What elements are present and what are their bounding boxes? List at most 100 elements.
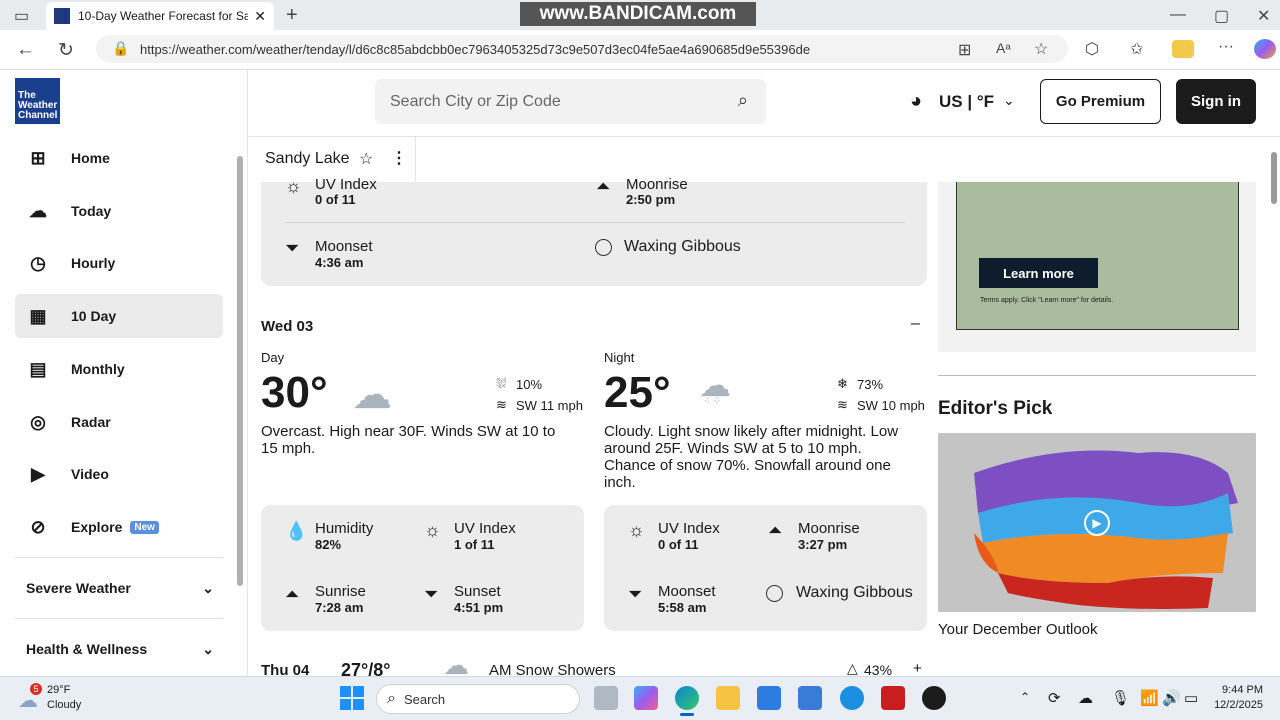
wifi-icon[interactable]: 📶 [1140, 689, 1159, 707]
close-window-icon[interactable]: ✕ [1257, 6, 1270, 26]
editors-pick-caption[interactable]: Your December Outlook [938, 621, 1098, 638]
recorder-icon[interactable] [922, 686, 946, 710]
nav-10-day[interactable]: ▦ 10 Day [15, 294, 223, 338]
weather-widget-temp[interactable]: 29°F [47, 684, 70, 696]
humidity-icon: 💧 [285, 521, 308, 541]
start-icon[interactable] [340, 686, 364, 710]
sign-in-button[interactable]: Sign in [1176, 79, 1256, 124]
clock-time[interactable]: 9:44 PM [1208, 684, 1263, 696]
divider [285, 222, 905, 223]
microphone-icon[interactable]: 🎙 [1111, 689, 1130, 707]
weather-channel-logo[interactable]: The Weather Channel [15, 78, 60, 124]
file-explorer-icon[interactable] [716, 686, 740, 710]
close-tab-icon[interactable]: ✕ [254, 8, 266, 25]
uv-label: UV Index [315, 176, 377, 193]
divider [15, 557, 223, 558]
editors-pick-video-thumbnail[interactable]: ▶ [938, 433, 1256, 612]
back-icon[interactable]: ← [16, 39, 35, 61]
uv-label: UV Index [658, 520, 720, 537]
night-label: Night [604, 350, 635, 365]
nav-hourly[interactable]: ◷ Hourly [15, 241, 223, 285]
day-wind: SW 11 mph [516, 398, 583, 413]
extensions-icon[interactable]: ⬡ [1085, 39, 1099, 59]
nav-label: Video [71, 466, 109, 482]
weather-widget-condition[interactable]: Cloudy [47, 699, 81, 711]
battery-icon[interactable]: ▭ [1184, 689, 1198, 707]
ad-banner[interactable] [956, 182, 1239, 330]
tab-title: 10-Day Weather Forecast for Sandy Lake [78, 9, 249, 23]
collapse-icon[interactable]: – [911, 315, 920, 333]
nav-today[interactable]: ☁ Today [15, 189, 223, 233]
next-day-row[interactable]: Thu 04 27°/8° ☁ AM Snow Showers △ 43% + [249, 656, 939, 676]
chevron-down-icon[interactable]: ⌄ [1003, 92, 1015, 109]
star-icon[interactable]: ☆ [359, 149, 373, 169]
scrollbar-thumb[interactable] [1271, 152, 1277, 204]
moonrise-label: Moonrise [626, 176, 688, 193]
ad-learn-more-button[interactable]: Learn more [979, 258, 1098, 288]
onedrive-icon[interactable]: ☁ [1078, 689, 1093, 707]
section-severe-weather[interactable]: Severe Weather ⌄ [26, 580, 214, 597]
new-tab-icon[interactable]: + [286, 4, 298, 27]
section-label: Severe Weather [26, 580, 131, 596]
more-options-icon[interactable]: ⋮ [391, 148, 407, 168]
url-bar[interactable]: 🔒 https://weather.com/weather/tenday/l/d… [96, 35, 1068, 63]
task-view-icon[interactable] [594, 686, 618, 710]
moonset-value: 4:36 am [315, 255, 364, 270]
units-selector[interactable]: US | °F [939, 92, 994, 112]
mcafee-icon[interactable] [881, 686, 905, 710]
editors-pick-title: Editor's Pick [938, 398, 1053, 419]
scrollbar-thumb[interactable] [237, 156, 243, 586]
sync-icon[interactable]: ⟳ [1048, 689, 1061, 707]
home-icon: ⊞ [30, 147, 46, 168]
copilot-app-icon[interactable] [634, 686, 658, 710]
copilot-icon[interactable] [1254, 39, 1276, 59]
snowflake-dots-icon: ⁖ ⁘ [704, 396, 722, 407]
nav-video[interactable]: ▶ Video [15, 452, 223, 496]
nav-label: Monthly [71, 361, 125, 377]
app-icon[interactable]: ⊞ [958, 40, 971, 60]
refresh-icon[interactable]: ↻ [58, 39, 74, 62]
read-aloud-icon[interactable]: Aᵃ [996, 40, 1011, 56]
chevron-down-icon: ⌄ [202, 580, 214, 596]
play-icon[interactable]: ▶ [1084, 510, 1110, 536]
nav-explore[interactable]: ⊘ Explore New [15, 505, 223, 549]
store-icon[interactable] [757, 686, 781, 710]
chevron-up-icon[interactable]: ⌃ [1020, 690, 1030, 704]
nav-label: 10 Day [71, 308, 117, 324]
maximize-icon[interactable]: ▢ [1214, 6, 1229, 26]
speaker-icon[interactable]: 🔊 [1162, 689, 1181, 707]
calendar-grid-icon: ▤ [29, 358, 47, 379]
help-icon[interactable] [840, 686, 864, 710]
sunset-icon: ⏷ [424, 584, 439, 604]
browser-tab[interactable]: 10-Day Weather Forecast for Sandy Lake ✕ [46, 2, 274, 30]
app-icon[interactable] [798, 686, 822, 710]
weather-alert-badge: 5 [30, 683, 42, 695]
more-icon[interactable]: ··· [1218, 38, 1234, 56]
moonrise-value: 3:27 pm [798, 537, 848, 552]
page-scrollbar[interactable] [1268, 136, 1280, 676]
favorites-bar-icon[interactable]: ✩ [1130, 39, 1143, 59]
nav-monthly[interactable]: ▤ Monthly [15, 347, 223, 391]
section-health-wellness[interactable]: Health & Wellness ⌄ [26, 641, 214, 658]
minimize-icon[interactable]: — [1170, 6, 1186, 24]
tab-actions-icon[interactable]: ▭ [14, 6, 29, 26]
next-day-date: Thu 04 [261, 662, 310, 676]
search-input[interactable]: Search City or Zip Code ⌕ [375, 79, 766, 124]
profile-icon[interactable] [1172, 40, 1194, 58]
nav-radar[interactable]: ◎ Radar [15, 400, 223, 444]
clock-date[interactable]: 12/2/2025 [1208, 699, 1263, 711]
taskbar-search-box[interactable]: ⌕ Search [376, 684, 580, 714]
next-day-condition: AM Snow Showers [489, 662, 616, 676]
wind-icon: ≋ [837, 397, 848, 412]
divider [415, 136, 416, 182]
edge-browser-icon[interactable] [675, 686, 699, 710]
sidebar-scrollbar[interactable] [236, 142, 244, 666]
day-description: Overcast. High near 30F. Winds SW at 10 … [261, 423, 556, 457]
search-icon[interactable]: ⌕ [738, 90, 748, 111]
lock-icon: 🔒 [112, 40, 130, 56]
cloud-icon: ☁ [29, 200, 47, 221]
nav-home[interactable]: ⊞ Home [15, 136, 223, 180]
favorite-icon[interactable]: ☆ [1034, 39, 1048, 59]
night-details-card-prev [261, 182, 927, 286]
go-premium-button[interactable]: Go Premium [1040, 79, 1161, 124]
